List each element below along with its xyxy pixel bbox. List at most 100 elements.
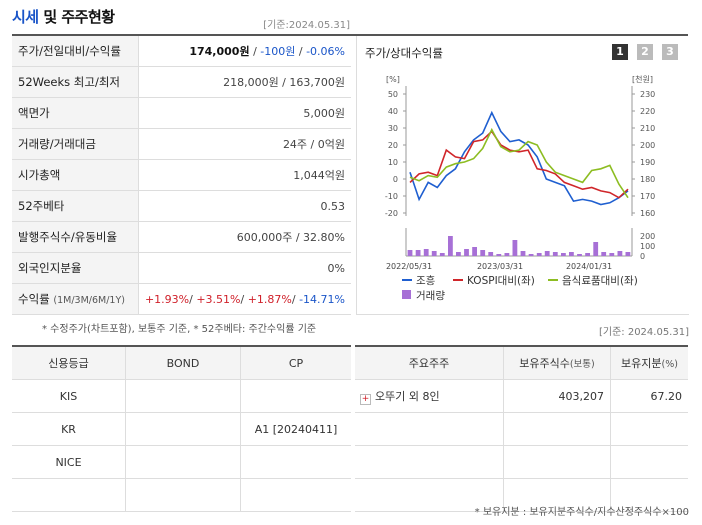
volume-bar — [625, 252, 631, 256]
volume-tick-label: 0 — [640, 252, 645, 261]
return-6m: +1.87% — [247, 292, 292, 306]
row-label: 외국인지분율 — [12, 252, 139, 284]
row-label: 주가/전일대비/수익률 — [12, 36, 139, 67]
row-label: 52Weeks 최고/최저 — [12, 66, 139, 98]
agency-cell: KIS — [12, 379, 126, 413]
volume-bar — [439, 253, 445, 256]
table-row: 시가총액 1,044억원 — [12, 159, 351, 191]
right-tick-label: 230 — [640, 90, 655, 99]
volume-bar — [504, 253, 510, 256]
row-label: 수익률 (1M/3M/6M/1Y) — [12, 283, 139, 315]
price-value: 174,000원 / -100원 / -0.06% — [138, 36, 351, 67]
volume-bar — [520, 251, 526, 256]
return-1y: -14.71% — [299, 292, 345, 306]
returns-values: +1.93%/ +3.51%/ +1.87%/ -14.71% — [138, 283, 351, 315]
agency-cell: KR — [12, 412, 126, 446]
bond-cell — [125, 445, 241, 479]
volume-bar — [456, 252, 461, 256]
column-header-sub: (%) — [661, 359, 678, 370]
column-header: CP — [240, 345, 351, 380]
left-tick-label: 0 — [393, 175, 398, 184]
holders-footnote: * 보유지분 : 보유지분주식수/지수산정주식수×100 — [474, 507, 689, 518]
expand-plus-icon[interactable]: + — [360, 393, 371, 405]
table-row: + 오뚜기 외 8인 403,207 67.20 — [355, 379, 688, 413]
left-tick-label: 40 — [388, 107, 398, 116]
row-value: 218,000원 / 163,700원 — [138, 66, 351, 98]
table-row — [12, 478, 351, 512]
agency-cell — [12, 478, 126, 512]
column-header: 보유지분(%) — [610, 345, 688, 380]
separator: / — [291, 292, 300, 306]
quote-table: 주가/전일대비/수익률 174,000원 / -100원 / -0.06% 52… — [12, 36, 351, 315]
series-line-KOSPI대비(좌) — [409, 130, 629, 199]
table-row — [355, 412, 688, 446]
returns-label: 수익률 — [18, 292, 50, 306]
holder-name-cell — [355, 412, 504, 446]
legend-swatch — [402, 290, 411, 299]
volume-bar — [569, 252, 574, 256]
holder-shares: 403,207 — [503, 379, 611, 413]
table-row: NICE — [12, 445, 351, 479]
row-value: 0.53 — [138, 190, 351, 222]
cp-cell — [240, 379, 351, 413]
volume-bar — [448, 236, 453, 256]
holder-name-cell[interactable]: + 오뚜기 외 8인 — [355, 379, 504, 413]
left-tick-label: 10 — [388, 158, 398, 167]
volume-tick-label: 100 — [640, 242, 655, 251]
right-tick-label: 200 — [640, 141, 655, 150]
table-row: 발행주식수/유동비율 600,000주 / 32.80% — [12, 221, 351, 253]
reference-date: [기준:2024.05.31] — [263, 20, 350, 31]
agency-cell: NICE — [12, 445, 126, 479]
column-header-main: 보유지분 — [621, 357, 662, 370]
return-1m: +1.93% — [144, 292, 190, 306]
row-value: 5,000원 — [138, 97, 351, 129]
column-header: 신용등급 — [12, 345, 126, 380]
holder-percent — [610, 412, 688, 446]
row-label: 52주베타 — [12, 190, 139, 222]
volume-bar — [528, 254, 534, 256]
returns-label-period: (1M/3M/6M/1Y) — [53, 295, 125, 306]
left-tick-label: 50 — [388, 90, 398, 99]
column-header-sub: (보통) — [569, 359, 595, 370]
right-tick-label: 220 — [640, 107, 655, 116]
quote-footnote: * 수정주가(차트포함), 보통주 기준, * 52주베타: 주간수익률 기준 — [42, 324, 317, 335]
column-header: 보유주식수(보통) — [503, 345, 611, 380]
left-tick-label: 30 — [388, 124, 398, 133]
left-tick-label: 20 — [388, 141, 398, 150]
legend-label: 음식료품대비(좌) — [562, 275, 638, 287]
volume-bar — [585, 253, 590, 256]
table-row: 52주베타 0.53 — [12, 190, 351, 222]
volume-bar — [415, 250, 421, 256]
cp-cell: A1 [20240411] — [240, 412, 351, 446]
table-header-row: 신용등급 BOND CP — [12, 345, 351, 380]
x-tick-label: 2023/03/31 — [477, 262, 523, 271]
major-shareholders-table: 주요주주 보유주식수(보통) 보유지분(%) + 오뚜기 외 8인 403,207… — [355, 345, 688, 512]
current-price: 174,000원 — [189, 45, 250, 58]
table-row: 수익률 (1M/3M/6M/1Y) +1.93%/ +3.51%/ +1.87%… — [12, 283, 351, 315]
holder-shares — [503, 412, 611, 446]
volume-bar — [472, 247, 477, 256]
price-rate: -0.06% — [306, 45, 345, 58]
holder-percent — [610, 445, 688, 479]
separator: / — [240, 292, 248, 306]
volume-bar — [512, 240, 518, 256]
bond-cell — [125, 478, 241, 512]
volume-bar — [480, 250, 486, 256]
left-tick-label: -20 — [385, 209, 398, 218]
volume-bar — [617, 251, 623, 256]
table-row: 52Weeks 최고/최저 218,000원 / 163,700원 — [12, 66, 351, 98]
holder-name: 오뚜기 외 8인 — [375, 389, 440, 403]
row-value: 24주 / 0억원 — [138, 128, 351, 160]
section-title-rest: 및 주주현황 — [38, 8, 115, 26]
bond-cell — [125, 412, 241, 446]
holders-reference-date: [기준: 2024.05.31] — [598, 327, 689, 338]
separator: / — [249, 45, 261, 58]
price-change: -100원 — [260, 45, 296, 58]
volume-bar — [407, 250, 413, 256]
right-tick-label: 170 — [640, 192, 655, 201]
holder-shares — [503, 445, 611, 479]
volume-bar — [488, 252, 494, 256]
right-tick-label: 190 — [640, 158, 655, 167]
table-row: 외국인지분율 0% — [12, 252, 351, 284]
row-value: 1,044억원 — [138, 159, 351, 191]
